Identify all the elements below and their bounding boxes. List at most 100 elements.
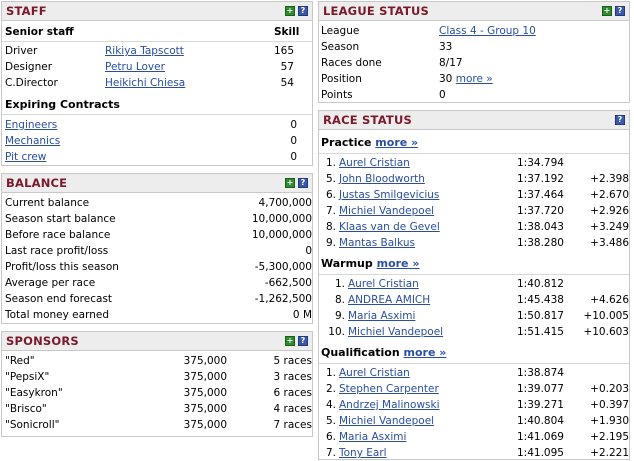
driver-link[interactable]: Maria Asximi: [339, 429, 406, 445]
sponsor-amount: 375,000: [183, 419, 227, 431]
result-pos: 7.: [325, 447, 336, 459]
help-icon[interactable]: ?: [298, 178, 308, 188]
balance-value: -1,262,500: [254, 293, 312, 305]
gap-time: +10.603: [583, 326, 629, 338]
league-label: League: [321, 25, 360, 37]
expiring-link[interactable]: Engineers: [5, 117, 57, 133]
expand-icon[interactable]: +: [602, 6, 612, 16]
balance-value: 0 M: [292, 309, 312, 321]
driver-link[interactable]: Stephen Carpenter: [339, 381, 439, 397]
qualification-more-link[interactable]: more »: [404, 346, 447, 359]
driver-link[interactable]: Klaas van de Gevel: [339, 219, 440, 235]
help-icon[interactable]: ?: [615, 6, 625, 16]
driver-link[interactable]: Andrzej Malinowski: [339, 397, 440, 413]
balance-title: BALANCE: [6, 176, 68, 190]
balance-label: Profit/loss this season: [5, 261, 119, 273]
season-value: 33: [439, 41, 453, 53]
expiring-link[interactable]: Pit crew: [5, 149, 46, 165]
lap-time: 1:38.280: [517, 237, 564, 249]
practice-title: Practice: [321, 136, 372, 149]
race-panel: RACE STATUS ? Practice more » 1. Aurel Cr…: [318, 110, 630, 460]
balance-header: BALANCE + ?: [2, 174, 312, 193]
gap-time: +0.203: [590, 383, 629, 395]
staff-role: Driver: [5, 45, 38, 57]
lap-time: 1:40.812: [517, 278, 564, 290]
points-value: 0: [439, 89, 446, 101]
balance-label: Average per race: [5, 277, 96, 289]
balance-label: Before race balance: [5, 229, 111, 241]
staff-role: Designer: [5, 61, 53, 73]
gap-time: +10.005: [583, 310, 629, 322]
result-pos: 1.: [325, 157, 336, 169]
help-icon[interactable]: ?: [615, 115, 625, 125]
driver-link[interactable]: Aurel Cristian: [339, 155, 410, 171]
balance-label: Current balance: [5, 197, 90, 209]
balance-value: -5,300,000: [254, 261, 312, 273]
staff-skill: 57: [280, 61, 294, 73]
gap-time: +2.195: [590, 431, 629, 443]
staff-name-link[interactable]: Heikichi Chiesa: [105, 75, 185, 91]
balance-value: -662,500: [264, 277, 312, 289]
result-pos: 9.: [325, 237, 336, 249]
lap-time: 1:37.192: [517, 173, 564, 185]
lap-time: 1:45.438: [517, 294, 564, 306]
driver-link[interactable]: Maria Asximi: [348, 308, 415, 324]
sponsors-title: SPONSORS: [6, 334, 79, 348]
warmup-more-link[interactable]: more »: [377, 257, 420, 270]
sponsor-races: 7 races: [273, 419, 312, 431]
result-pos: 6.: [325, 431, 336, 443]
league-link[interactable]: Class 4 - Group 10: [439, 23, 536, 39]
result-pos: 4.: [325, 399, 336, 411]
driver-link[interactable]: Justas Smilgevicius: [339, 187, 439, 203]
driver-link[interactable]: John Bloodworth: [339, 171, 425, 187]
staff-name-link[interactable]: Rikiya Tapscott: [105, 43, 184, 59]
driver-link[interactable]: Aurel Cristian: [348, 276, 419, 292]
sponsors-panel: SPONSORS + ? "Red" 375,000 5 races "PepsiX…: [1, 331, 313, 437]
help-icon[interactable]: ?: [298, 6, 308, 16]
balance-value: 10,000,000: [251, 213, 312, 225]
expiring-value: 0: [290, 151, 297, 163]
driver-link[interactable]: Aurel Cristian: [339, 365, 410, 381]
lap-time: 1:39.077: [517, 383, 564, 395]
warmup-title: Warmup: [321, 257, 373, 270]
driver-link[interactable]: ANDREA AMICH: [348, 292, 430, 308]
result-pos: 5.: [325, 415, 336, 427]
qualification-title: Qualification: [321, 346, 400, 359]
league-title: LEAGUE STATUS: [323, 4, 430, 18]
sponsor-name: "Red": [5, 355, 35, 367]
result-pos: 1.: [325, 367, 336, 379]
staff-name-link[interactable]: Petru Lover: [105, 59, 165, 75]
lap-time: 1:38.874: [517, 367, 564, 379]
league-label: Points: [321, 89, 353, 101]
gap-time: +2.670: [590, 189, 629, 201]
gap-time: +2.221: [590, 447, 629, 459]
league-panel: LEAGUE STATUS + ? League Class 4 - Group …: [318, 1, 630, 103]
practice-more-link[interactable]: more »: [375, 136, 418, 149]
expiring-value: 0: [290, 135, 297, 147]
lap-time: 1:41.069: [517, 431, 564, 443]
position-more-link[interactable]: more »: [456, 73, 493, 85]
result-pos: 2.: [325, 383, 336, 395]
lap-time: 1:40.804: [517, 415, 564, 427]
balance-label: Season start balance: [5, 213, 116, 225]
league-header: LEAGUE STATUS + ?: [319, 2, 629, 21]
expiring-link[interactable]: Mechanics: [5, 133, 60, 149]
balance-label: Last race profit/loss: [5, 245, 109, 257]
expand-icon[interactable]: +: [285, 336, 295, 346]
driver-link[interactable]: Mantas Balkus: [339, 235, 415, 251]
skill-col-header: Skill: [274, 26, 300, 38]
sponsor-races: 4 races: [273, 403, 312, 415]
expand-icon[interactable]: +: [285, 178, 295, 188]
result-pos: 1.: [334, 278, 345, 290]
expand-icon[interactable]: +: [285, 6, 295, 16]
balance-label: Total money earned: [5, 309, 109, 321]
balance-panel: BALANCE + ? Current balance 4,700,000 Sea…: [1, 173, 313, 324]
result-pos: 10.: [328, 326, 345, 338]
sponsor-races: 6 races: [273, 387, 312, 399]
help-icon[interactable]: ?: [298, 336, 308, 346]
driver-link[interactable]: Michiel Vandepoel: [339, 413, 434, 429]
driver-link[interactable]: Michiel Vandepoel: [348, 324, 443, 340]
races-done-value: 8/17: [439, 57, 463, 69]
driver-link[interactable]: Tony Earl: [339, 445, 387, 461]
driver-link[interactable]: Michiel Vandepoel: [339, 203, 434, 219]
